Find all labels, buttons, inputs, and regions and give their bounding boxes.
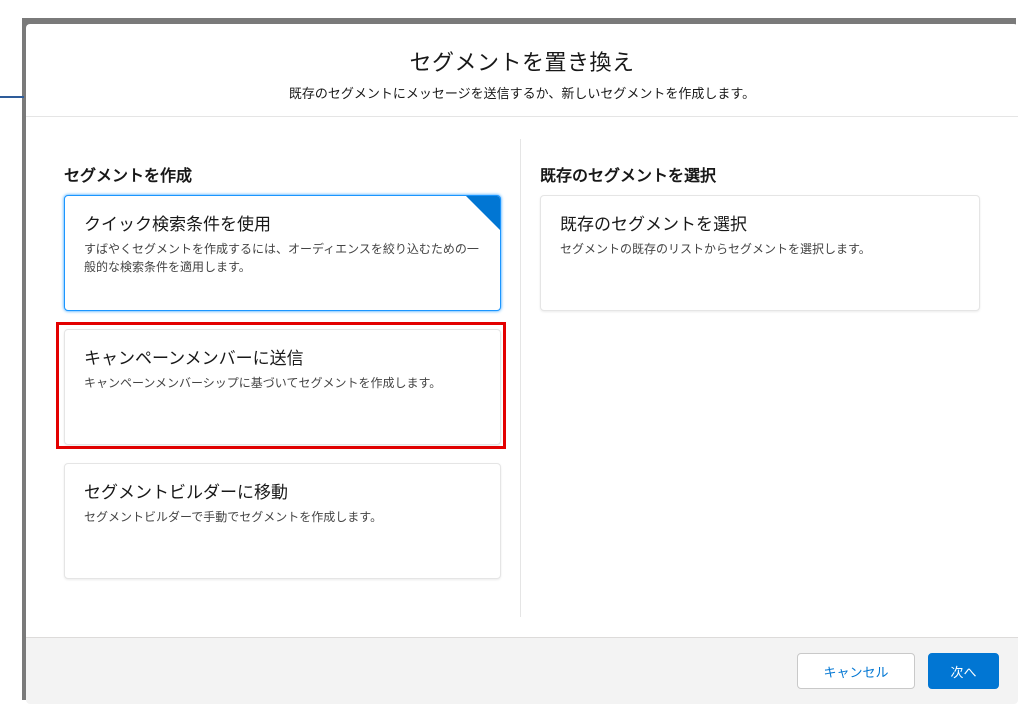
replace-segment-modal: セグメントを置き換え 既存のセグメントにメッセージを送信するか、新しいセグメント…	[26, 24, 1018, 704]
existing-segment-card-title: 既存のセグメントを選択	[560, 215, 747, 235]
cancel-button[interactable]: キャンセル	[797, 653, 915, 689]
selected-corner-indicator	[466, 196, 500, 230]
modal-body: セグメントを作成 クイック検索条件を使用 すばやくセグメントを作成するには、オー…	[26, 117, 1018, 638]
campaign-members-card[interactable]: キャンペーンメンバーに送信 キャンペーンメンバーシップに基づいてセグメントを作成…	[64, 329, 501, 445]
quick-filter-card-title: クイック検索条件を使用	[84, 215, 271, 235]
campaign-card-wrapper: キャンペーンメンバーに送信 キャンペーンメンバーシップに基づいてセグメントを作成…	[56, 322, 506, 449]
segment-builder-card-description: セグメントビルダーで手動でセグメントを作成します。	[84, 510, 383, 524]
column-divider	[520, 139, 521, 617]
segment-builder-card[interactable]: セグメントビルダーに移動 セグメントビルダーで手動でセグメントを作成します。	[64, 463, 501, 579]
create-segment-heading: セグメントを作成	[64, 166, 193, 185]
existing-segment-column: 既存のセグメントを選択 既存のセグメントを選択 セグメントの既存のリストからセグ…	[540, 117, 980, 311]
existing-segment-card[interactable]: 既存のセグメントを選択 セグメントの既存のリストからセグメントを選択します。	[540, 195, 980, 311]
next-button[interactable]: 次へ	[928, 653, 999, 689]
modal-subtitle: 既存のセグメントにメッセージを送信するか、新しいセグメントを作成します。	[288, 87, 756, 102]
quick-filter-card[interactable]: クイック検索条件を使用 すばやくセグメントを作成するには、オーディエンスを絞り込…	[64, 195, 501, 311]
quick-filter-card-description: すばやくセグメントを作成するには、オーディエンスを絞り込むための一般的な検索条件…	[84, 242, 479, 274]
backdrop-app-edge	[0, 0, 22, 712]
create-segment-column: セグメントを作成 クイック検索条件を使用 すばやくセグメントを作成するには、オー…	[56, 117, 506, 579]
existing-segment-card-description: セグメントの既存のリストからセグメントを選択します。	[560, 242, 871, 256]
existing-segment-heading: 既存のセグメントを選択	[540, 166, 717, 185]
backdrop-stripe	[0, 96, 24, 98]
modal-title: セグメントを置き換え	[409, 51, 635, 76]
backdrop-top	[0, 0, 1024, 18]
campaign-members-card-title: キャンペーンメンバーに送信	[84, 349, 304, 369]
segment-builder-card-title: セグメントビルダーに移動	[84, 483, 288, 503]
modal-header: セグメントを置き換え 既存のセグメントにメッセージを送信するか、新しいセグメント…	[26, 24, 1018, 117]
modal-footer: キャンセル 次へ	[26, 637, 1018, 704]
campaign-members-card-description: キャンペーンメンバーシップに基づいてセグメントを作成します。	[84, 376, 442, 390]
